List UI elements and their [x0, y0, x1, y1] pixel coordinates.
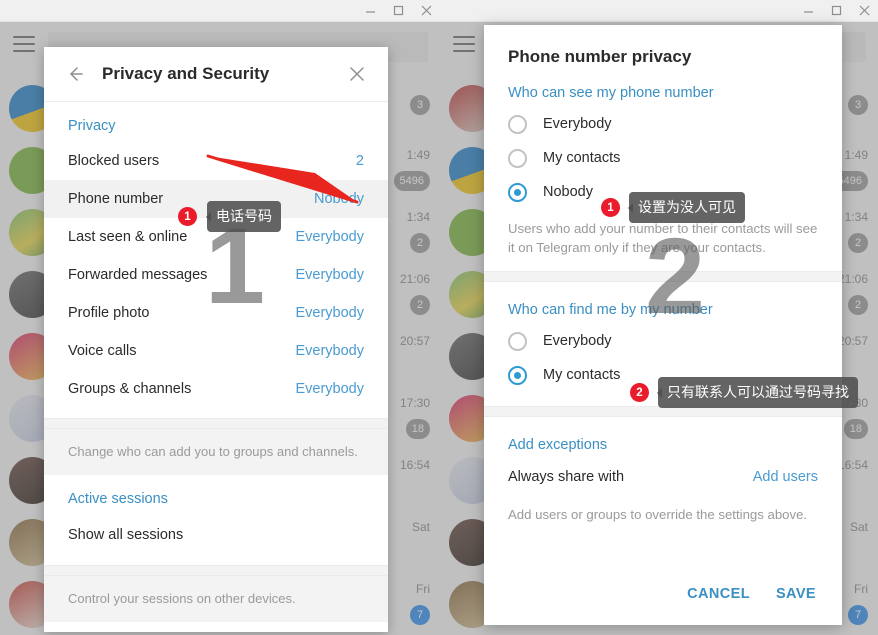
dialog-title: Phone number privacy [508, 47, 692, 66]
privacy-row-value: Everybody [295, 229, 364, 245]
sessions-section: Active sessions Show all sessions [44, 475, 388, 565]
privacy-section: Privacy Blocked users 2 Phone number Nobody… [44, 102, 388, 418]
close-icon[interactable] [412, 1, 440, 21]
phone-number-privacy-dialog: Phone number privacy Who can see my phon… [484, 25, 842, 625]
telegram-window-left: 31:4954961:34221:06220:5717:301816:54KM_… [0, 0, 440, 635]
always-share-with-label: Always share with [508, 469, 625, 485]
privacy-row-label: Groups & channels [68, 381, 192, 397]
always-share-with-row: Always share with Add users [484, 459, 842, 495]
annotation-tooltip-2a: 设置为没人可见 [628, 192, 745, 223]
annotation-tooltip-2b: 只有联系人可以通过号码寻找 [657, 377, 858, 408]
radio-label: My contacts [543, 150, 621, 166]
radio-unselected-icon[interactable] [508, 114, 527, 134]
maximize-icon[interactable] [822, 1, 850, 21]
cancel-button[interactable]: CANCEL [687, 586, 750, 602]
close-icon[interactable] [342, 59, 372, 89]
privacy-row-label: Voice calls [68, 343, 137, 359]
radio-unselected-icon[interactable] [508, 148, 527, 168]
annotation-callout-2a: 1 设置为没人可见 [601, 192, 745, 223]
exceptions-description: Add users or groups to override the sett… [508, 507, 808, 522]
annotation-badge-2a: 1 [601, 198, 620, 217]
close-icon[interactable] [850, 1, 878, 21]
page-title: Privacy and Security [102, 64, 270, 83]
radio-see-my-contacts[interactable]: My contacts [484, 141, 842, 175]
save-button[interactable]: SAVE [776, 586, 816, 602]
group-title-who-can-see: Who can see my phone number [508, 85, 714, 101]
privacy-row-value: Everybody [295, 267, 364, 283]
privacy-row-label: Forwarded messages [68, 267, 208, 283]
sessions-footnote: Control your sessions on other devices. [44, 576, 388, 622]
radio-label: Everybody [543, 333, 612, 349]
group-title-who-can-find: Who can find me by my number [508, 302, 713, 318]
privacy-row-label: Phone number [68, 191, 164, 207]
privacy-row-groups-channels[interactable]: Groups & channels Everybody [44, 370, 388, 408]
divider [44, 418, 388, 429]
privacy-row-label: Last seen & online [68, 229, 188, 245]
section-title-sessions[interactable]: Active sessions [44, 479, 388, 515]
minimize-icon[interactable] [794, 1, 822, 21]
privacy-row-value: Everybody [295, 305, 364, 321]
dialog-header: Privacy and Security [44, 47, 388, 102]
annotation-tooltip-1: 电话号码 [206, 201, 281, 232]
screenshot-root: 31:4954961:34221:06220:5717:301816:54KM_… [0, 0, 878, 635]
radio-label: Nobody [543, 184, 593, 200]
groups-footnote: Change who can add you to groups and cha… [44, 429, 388, 475]
annotation-callout-2b: 2 只有联系人可以通过号码寻找 [630, 377, 858, 408]
radio-see-everybody[interactable]: Everybody [484, 107, 842, 141]
radio-label: My contacts [543, 367, 621, 383]
annotation-badge-1: 1 [178, 207, 197, 226]
divider [44, 565, 388, 576]
show-all-sessions-row[interactable]: Show all sessions [44, 515, 388, 555]
back-arrow-icon[interactable] [60, 59, 90, 89]
radio-selected-icon[interactable] [508, 182, 527, 202]
radio-find-everybody[interactable]: Everybody [484, 324, 842, 358]
annotation-badge-2b: 2 [630, 383, 649, 402]
privacy-row-value: 2 [355, 153, 364, 169]
privacy-row-label: Blocked users [68, 153, 160, 169]
show-all-sessions-label: Show all sessions [68, 527, 184, 543]
privacy-row-label: Profile photo [68, 305, 150, 321]
privacy-row-value: Everybody [295, 343, 364, 359]
annotation-callout-1: 1 电话号码 [178, 201, 281, 232]
titlebar-right [440, 0, 878, 22]
maximize-icon[interactable] [384, 1, 412, 21]
privacy-row-value: Nobody [314, 191, 364, 207]
radio-label: Everybody [543, 116, 612, 132]
privacy-rows: Blocked users 2 Phone number Nobody Last see… [44, 142, 388, 408]
add-users-button[interactable]: Add users [753, 469, 818, 485]
minimize-icon[interactable] [356, 1, 384, 21]
privacy-and-security-dialog: Privacy and Security Privacy Blocked use… [44, 47, 388, 632]
privacy-row-profile-photo[interactable]: Profile photo Everybody [44, 294, 388, 332]
telegram-window-right: 31:4954961:34221:06220:5717:301816:54KM_… [440, 0, 878, 635]
privacy-row-voice-calls[interactable]: Voice calls Everybody [44, 332, 388, 370]
privacy-row-forwarded-messages[interactable]: Forwarded messages Everybody [44, 256, 388, 294]
radio-unselected-icon[interactable] [508, 331, 527, 351]
group-title-exceptions: Add exceptions [508, 437, 608, 453]
divider [484, 271, 842, 282]
dialog-actions: CANCEL SAVE [484, 564, 842, 622]
titlebar-left [0, 0, 440, 22]
radio-selected-icon[interactable] [508, 365, 527, 385]
privacy-row-blocked-users[interactable]: Blocked users 2 [44, 142, 388, 180]
privacy-row-value: Everybody [295, 381, 364, 397]
section-title-privacy: Privacy [68, 118, 116, 134]
